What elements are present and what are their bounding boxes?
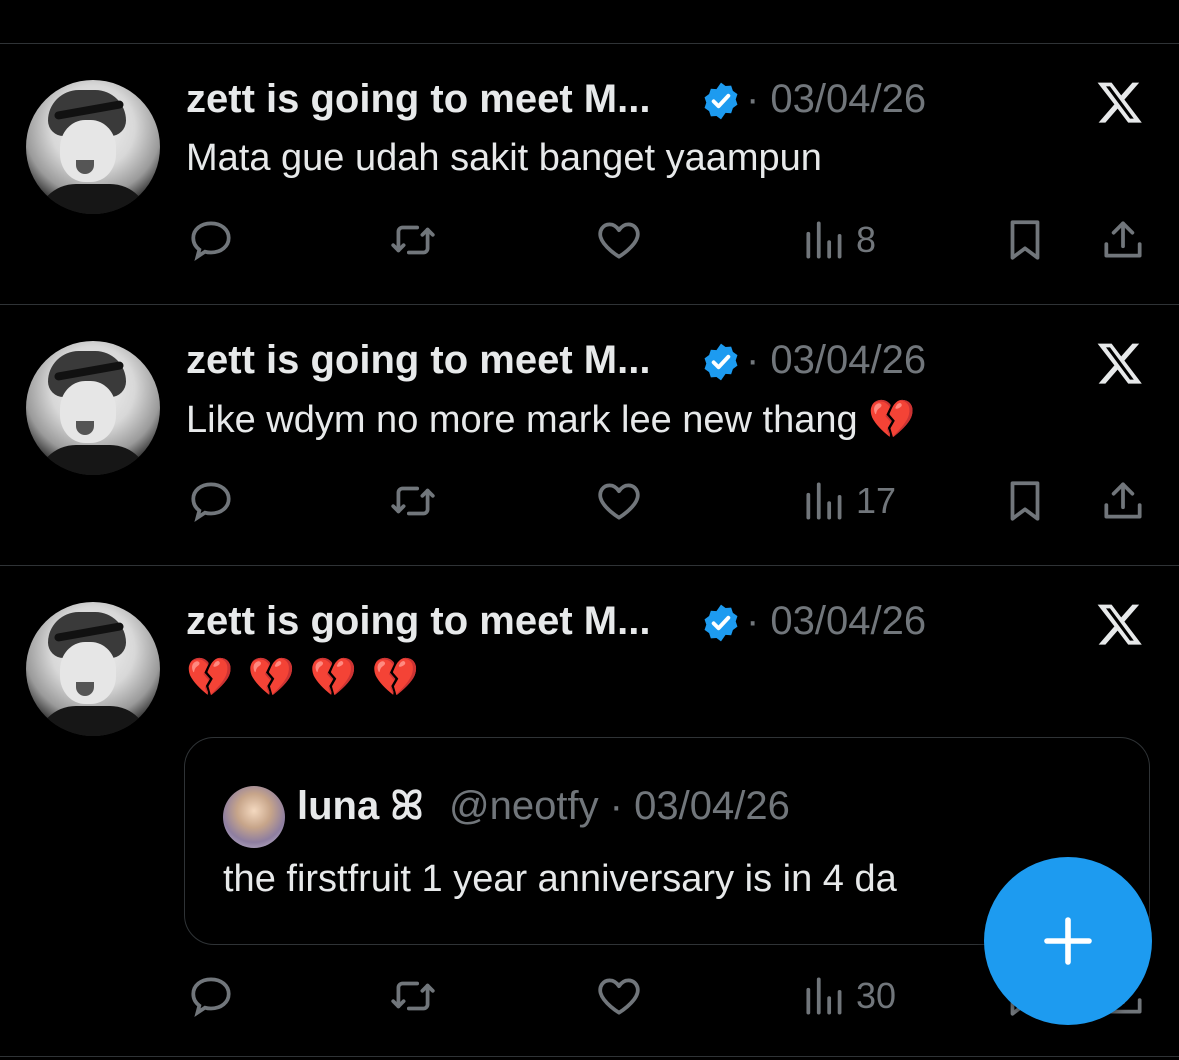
x-logo-icon <box>1094 339 1146 387</box>
compose-plus-icon <box>1044 917 1092 965</box>
author-name[interactable]: zett is going to meet M... <box>186 599 650 644</box>
broken-heart-emojis: 💔 💔 💔 💔 <box>186 657 421 699</box>
timestamp[interactable]: · 03/04/26 <box>746 77 926 122</box>
bookmark-button[interactable] <box>1000 473 1050 529</box>
repost-button[interactable] <box>388 473 438 529</box>
like-button[interactable] <box>594 212 644 268</box>
tweet-text: Mata gue udah sakit banget yaampun <box>186 137 822 180</box>
x-logo-icon <box>1094 78 1146 126</box>
avatar[interactable] <box>26 341 160 475</box>
views-button[interactable]: 30 <box>800 968 896 1024</box>
share-icon <box>1098 476 1148 526</box>
repost-icon <box>388 476 438 526</box>
like-button[interactable] <box>594 473 644 529</box>
like-icon <box>594 476 644 526</box>
tweet-text: 💔 💔 💔 💔 <box>186 656 421 700</box>
share-button[interactable] <box>1098 212 1148 268</box>
verified-badge-icon <box>700 80 742 122</box>
quoted-avatar[interactable] <box>223 786 285 848</box>
tweet-actions: 17 <box>0 473 1179 533</box>
tweet-text-content: Like wdym no more mark lee new thang <box>186 399 858 441</box>
avatar[interactable] <box>26 80 160 214</box>
bookmark-button[interactable] <box>1000 212 1050 268</box>
timestamp[interactable]: · 03/04/26 <box>746 599 926 644</box>
views-icon <box>800 971 850 1021</box>
reply-icon <box>186 476 236 526</box>
broken-heart-emoji: 💔 <box>868 399 916 441</box>
share-button[interactable] <box>1098 473 1148 529</box>
repost-icon <box>388 971 438 1021</box>
tweet-actions: 8 <box>0 212 1179 272</box>
compose-button[interactable] <box>984 857 1152 1025</box>
timestamp[interactable]: · 03/04/26 <box>746 338 926 383</box>
like-icon <box>594 971 644 1021</box>
views-count: 17 <box>856 480 897 521</box>
bookmark-icon <box>1000 476 1050 526</box>
author-name[interactable]: zett is going to meet M... <box>186 77 650 122</box>
quoted-handle-timestamp[interactable]: @neotfy · 03/04/26 <box>449 784 790 829</box>
reply-icon <box>186 215 236 265</box>
views-button[interactable]: 8 <box>800 212 876 268</box>
like-button[interactable] <box>594 968 644 1024</box>
views-icon <box>800 215 850 265</box>
quoted-text: the firstfruit 1 year anniversary is in … <box>223 858 897 900</box>
views-count: 30 <box>856 975 897 1016</box>
views-button[interactable]: 17 <box>800 473 896 529</box>
verified-badge-icon <box>700 341 742 383</box>
avatar[interactable] <box>26 602 160 736</box>
repost-button[interactable] <box>388 212 438 268</box>
reply-button[interactable] <box>186 968 236 1024</box>
x-logo-icon <box>1094 600 1146 648</box>
reply-button[interactable] <box>186 212 236 268</box>
views-icon <box>800 476 850 526</box>
tweet-text-content: Mata gue udah sakit banget yaampun <box>186 137 822 179</box>
reply-icon <box>186 971 236 1021</box>
tweet[interactable]: zett is going to meet M... · 03/04/26 Li… <box>0 305 1179 565</box>
divider-bottom <box>0 1056 1179 1057</box>
like-icon <box>594 215 644 265</box>
repost-button[interactable] <box>388 968 438 1024</box>
verified-badge-icon <box>700 602 742 644</box>
quoted-author-name[interactable]: luna ꕤ <box>297 784 424 829</box>
author-name[interactable]: zett is going to meet M... <box>186 338 650 383</box>
tweet[interactable]: zett is going to meet M... · 03/04/26 Ma… <box>0 44 1179 304</box>
bookmark-icon <box>1000 215 1050 265</box>
reply-button[interactable] <box>186 473 236 529</box>
share-icon <box>1098 215 1148 265</box>
repost-icon <box>388 215 438 265</box>
tweet-text: Like wdym no more mark lee new thang 💔 <box>186 398 916 442</box>
views-count: 8 <box>856 219 877 260</box>
